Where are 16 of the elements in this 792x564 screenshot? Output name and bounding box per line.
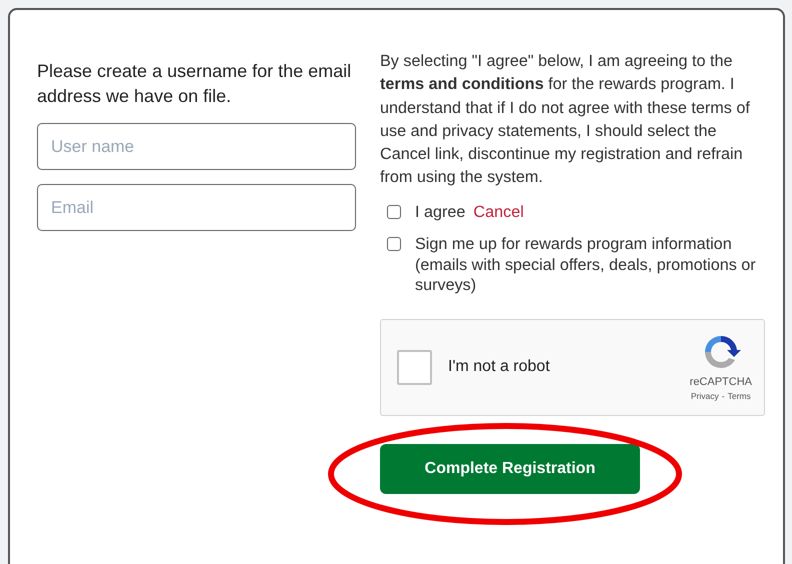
input-field[interactable]: Email [37, 184, 356, 231]
captcha-brand: reCAPTCHA [690, 374, 752, 390]
captcha-label: I'm not a robot [448, 357, 550, 378]
checkbox-label: Sign me up for rewards program information (emails with special offers, deals, promotions or surveys) [415, 235, 756, 294]
complete-registration-button[interactable]: Complete Registration [380, 444, 640, 494]
checkbox[interactable] [387, 237, 401, 252]
checkbox-label: I agree [415, 202, 466, 221]
separator-text: - [722, 390, 725, 403]
cancel-link[interactable]: Cancel [473, 202, 524, 221]
captcha-checkbox[interactable] [397, 350, 432, 385]
terms-text: By selecting "I agree" below, I am agreeing to the terms and conditions for the rewards program. I understand that if I do not agree with these terms of use and privacy statements, I should select the Cancel link, discontinue my registration and refrain from using the system. [380, 51, 751, 188]
input-field[interactable]: User name [37, 123, 356, 170]
privacy-link[interactable]: Privacy [690, 390, 719, 403]
terms-link[interactable]: Terms [728, 390, 751, 403]
instruction-text: Please create a username for the email address we have on file. [37, 60, 352, 108]
checkbox[interactable] [387, 204, 401, 219]
